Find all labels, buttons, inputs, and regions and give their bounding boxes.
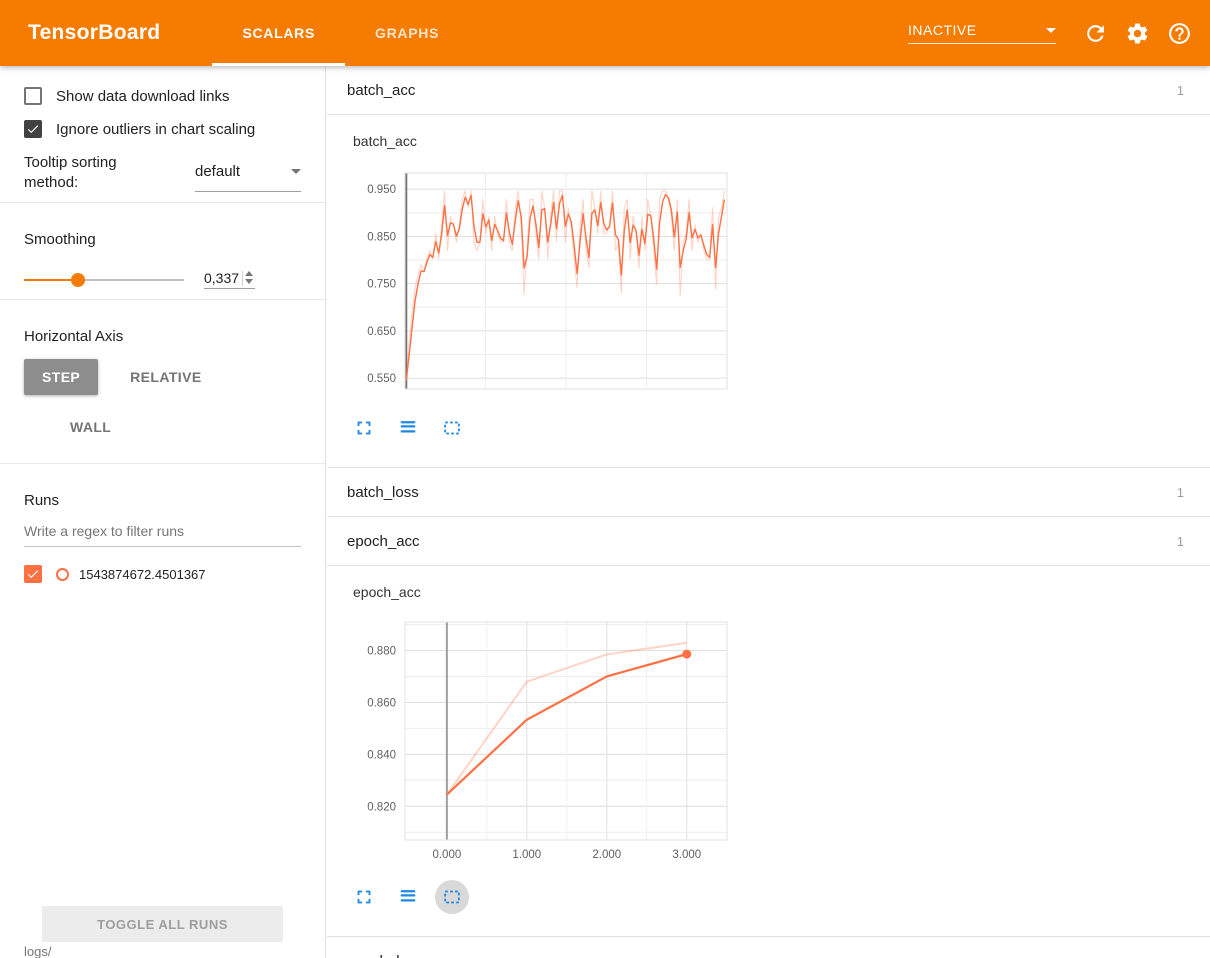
fit-domain-button[interactable] [435, 411, 469, 445]
smoothing-control [24, 270, 301, 289]
show-download-links-checkbox-row[interactable]: Show data download links [24, 87, 301, 105]
gear-icon [1125, 21, 1150, 46]
section-count-badge: 1 [1177, 83, 1184, 98]
svg-text:0.950: 0.950 [367, 184, 396, 196]
svg-text:0.750: 0.750 [367, 279, 396, 291]
dashboard-content: batch_acc 1 batch_acc 0.550 0.650 0.750 0.8… [327, 66, 1210, 958]
section-header-batch-acc[interactable]: batch_acc 1 [327, 66, 1210, 115]
expand-icon [353, 417, 375, 439]
help-button[interactable] [1158, 12, 1200, 54]
section-title: batch_acc [347, 82, 415, 99]
smoothing-label: Smoothing [24, 231, 301, 248]
runs-label: Runs [24, 492, 301, 509]
svg-text:3.000: 3.000 [672, 849, 701, 861]
slider-fill [24, 279, 78, 281]
log-scale-icon [397, 417, 419, 439]
checkbox-checked-icon[interactable] [24, 120, 42, 138]
section-title: epoch_acc [347, 533, 420, 550]
tooltip-sorting-block: Tooltip sorting method: default [24, 153, 301, 192]
settings-sidebar: Show data download links Ignore outliers… [0, 66, 326, 958]
number-spinners [242, 271, 255, 286]
check-icon [26, 122, 40, 136]
run-list-item[interactable]: 1543874672.4501367 [24, 565, 301, 583]
divider [0, 299, 325, 300]
chart-panel-epoch-acc: epoch_acc 0.820 0.840 0.860 0.880 0.000 1.000… [327, 566, 1210, 937]
help-icon [1167, 21, 1192, 46]
section-count-badge: 1 [1177, 534, 1184, 549]
chart-toolbar [347, 411, 1210, 445]
tab-bar: SCALARS GRAPHS [212, 0, 469, 66]
status-dropdown[interactable]: INACTIVE [908, 22, 1056, 44]
svg-text:0.860: 0.860 [367, 697, 396, 709]
axis-relative-button[interactable]: RELATIVE [112, 359, 219, 395]
check-icon [26, 567, 40, 581]
chevron-down-icon [1046, 28, 1056, 33]
section-title: epoch_loss [347, 953, 423, 958]
ignore-outliers-checkbox-row[interactable]: Ignore outliers in chart scaling [24, 120, 301, 138]
fit-domain-button[interactable] [435, 880, 469, 914]
section-header-epoch-loss[interactable]: epoch_loss [327, 937, 1210, 958]
tab-scalars[interactable]: SCALARS [212, 0, 345, 66]
spinner-down-icon[interactable] [245, 279, 253, 284]
chart-panel-batch-acc: batch_acc 0.550 0.650 0.750 0.850 0.950 [327, 115, 1210, 468]
refresh-button[interactable] [1074, 12, 1116, 54]
smoothing-number-input-wrap [204, 270, 255, 289]
section-count-badge: 1 [1177, 485, 1184, 500]
toggle-all-runs-button[interactable]: TOGGLE ALL RUNS [42, 906, 283, 942]
divider [0, 202, 325, 203]
log-scale-icon [397, 886, 419, 908]
app-header: TensorBoard SCALARS GRAPHS INACTIVE [0, 0, 1210, 66]
runs-footer-path: logs/ [24, 944, 51, 958]
chevron-down-icon [291, 169, 301, 174]
tooltip-sorting-label: Tooltip sorting method: [24, 153, 142, 192]
checkbox-unchecked-icon[interactable] [24, 87, 42, 105]
chart-title: batch_acc [353, 133, 1210, 149]
svg-text:0.880: 0.880 [367, 646, 396, 658]
svg-text:0.000: 0.000 [432, 849, 461, 861]
batch-acc-chart[interactable]: 0.550 0.650 0.750 0.850 0.950 [343, 161, 739, 401]
spinner-up-icon[interactable] [245, 271, 253, 276]
show-download-links-label: Show data download links [56, 88, 229, 105]
svg-text:0.840: 0.840 [367, 749, 396, 761]
run-color-circle-icon [56, 568, 69, 581]
log-scale-button[interactable] [391, 880, 425, 914]
tab-graphs[interactable]: GRAPHS [345, 0, 469, 66]
run-name: 1543874672.4501367 [79, 567, 206, 582]
axis-step-button[interactable]: STEP [24, 359, 98, 395]
svg-text:1.000: 1.000 [512, 849, 541, 861]
horizontal-axis-label: Horizontal Axis [24, 328, 301, 345]
section-title: batch_loss [347, 484, 419, 501]
svg-text:2.000: 2.000 [592, 849, 621, 861]
tooltip-sorting-value: default [195, 163, 240, 180]
fit-domain-icon [441, 417, 463, 439]
ignore-outliers-label: Ignore outliers in chart scaling [56, 121, 255, 138]
header-actions: INACTIVE [908, 12, 1200, 54]
slider-thumb[interactable] [71, 273, 85, 287]
log-scale-button[interactable] [391, 411, 425, 445]
expand-chart-button[interactable] [347, 411, 381, 445]
settings-button[interactable] [1116, 12, 1158, 54]
run-checkbox-icon[interactable] [24, 565, 42, 583]
chart-toolbar [347, 880, 1210, 914]
expand-chart-button[interactable] [347, 880, 381, 914]
app-title: TensorBoard [28, 21, 160, 45]
svg-text:0.650: 0.650 [367, 326, 396, 338]
section-header-epoch-acc[interactable]: epoch_acc 1 [327, 517, 1210, 566]
svg-text:0.850: 0.850 [367, 231, 396, 243]
axis-wall-button[interactable]: WALL [52, 409, 129, 445]
status-label: INACTIVE [908, 22, 977, 38]
svg-text:0.820: 0.820 [367, 801, 396, 813]
expand-icon [353, 886, 375, 908]
fit-domain-icon [441, 886, 463, 908]
epoch-acc-chart[interactable]: 0.820 0.840 0.860 0.880 0.000 1.000 2.000 3.000 [343, 612, 739, 870]
section-header-batch-loss[interactable]: batch_loss 1 [327, 468, 1210, 517]
chart-title: epoch_acc [353, 584, 1210, 600]
smoothing-slider[interactable] [24, 279, 184, 281]
divider [0, 463, 325, 464]
svg-text:0.550: 0.550 [367, 373, 396, 385]
smoothing-value-input[interactable] [204, 270, 242, 286]
runs-filter-input[interactable] [24, 515, 301, 547]
refresh-icon [1083, 21, 1108, 46]
tooltip-sorting-dropdown[interactable]: default [195, 157, 301, 192]
